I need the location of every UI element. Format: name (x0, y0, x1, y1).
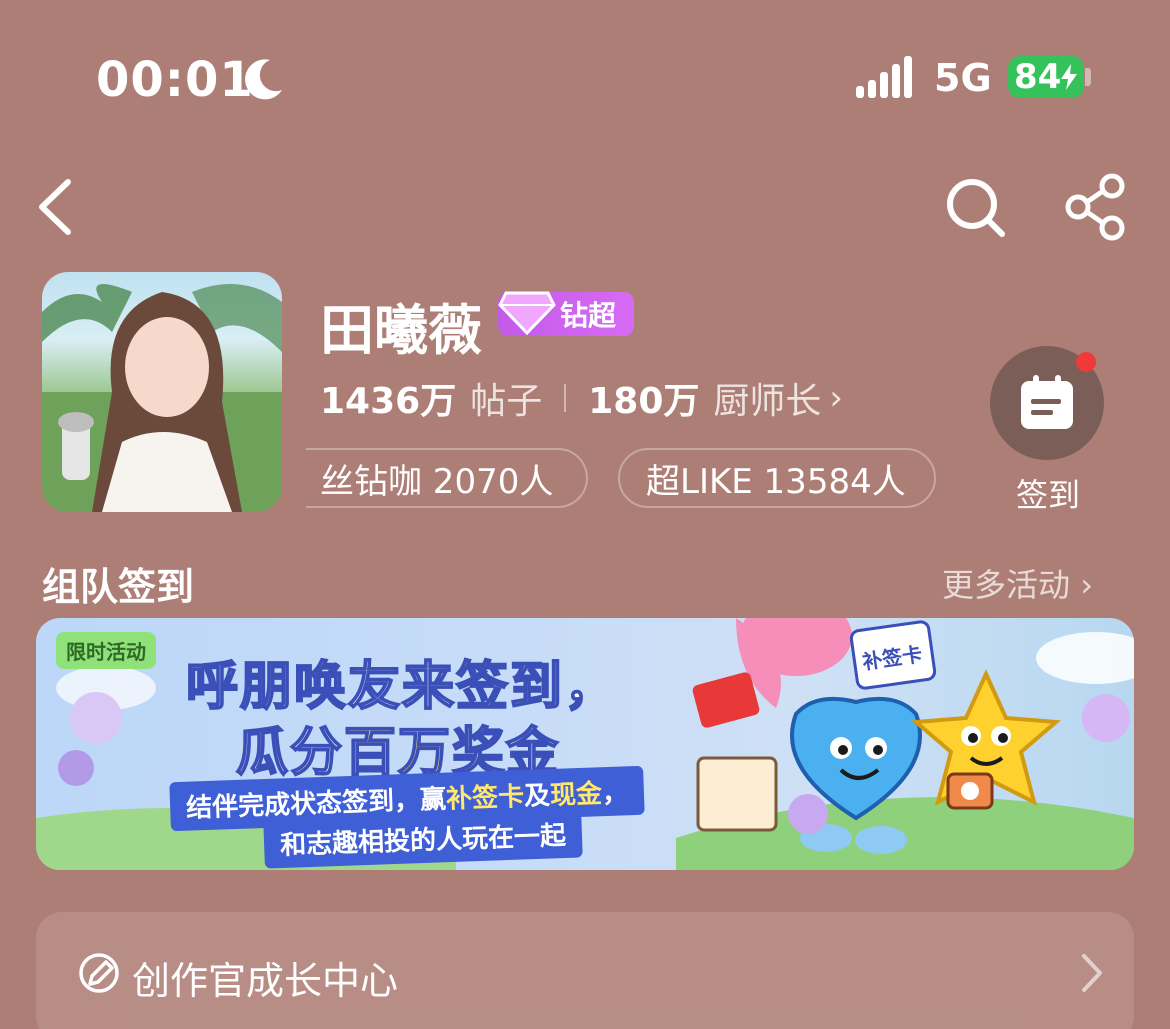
notification-dot (1076, 352, 1096, 372)
banner-subtitle-1-highlight-cash: 现金 (549, 779, 603, 811)
moon-icon (245, 59, 282, 100)
banner-subtitle-1-highlight-card: 补签卡 (445, 781, 525, 815)
stats-divider (564, 384, 567, 412)
profile-name: 田曦薇 (320, 299, 482, 362)
pen-icon (79, 953, 119, 993)
stats-row: 1436万 帖子 180万 厨师长 › (320, 372, 843, 424)
network-type: 5G (934, 56, 992, 100)
limited-time-tag: 限时活动 (56, 632, 156, 669)
chevron-right-icon[interactable]: › (829, 378, 843, 418)
team-sign-in-banner[interactable]: 限时活动 呼朋唤友来签到， 瓜分百万奖金 结伴完成状态签到，赢补签卡及现金， 和… (36, 618, 1134, 870)
diamond-badge[interactable]: 钻超 (498, 291, 634, 336)
banner-headline-1-punct: ， (563, 656, 619, 718)
signal-icon (856, 56, 912, 98)
banner-headline-1-text: 呼朋唤友来 (185, 656, 457, 718)
charging-icon (1061, 64, 1078, 90)
posts-count: 1436万 (320, 381, 457, 422)
posts-label: 帖子 (470, 381, 543, 422)
section-title: 组队签到 (42, 565, 195, 609)
battery-indicator: 84 (1008, 56, 1084, 98)
share-icon[interactable] (1060, 172, 1130, 242)
calendar-icon (1021, 375, 1073, 429)
creator-growth-center-label[interactable]: 创作官成长中心 (132, 950, 398, 1005)
sign-in-label[interactable]: 签到 (1016, 470, 1080, 516)
search-icon[interactable] (940, 172, 1010, 242)
super-like-pill[interactable]: 超LIKE 13584人 (618, 448, 936, 508)
banner-subtitle-1-and: 及 (523, 781, 551, 812)
more-activities-label: 更多活动 (942, 566, 1071, 604)
banner-subtitle-1-punct: ， (601, 778, 629, 810)
banner-headline-1: 呼朋唤友来签到， (185, 644, 619, 719)
battery-level: 84 (1014, 57, 1062, 97)
status-time: 00:01 (96, 52, 254, 108)
banner-headline-1-highlight: 签到 (455, 656, 565, 718)
members-label[interactable]: 厨师长 (713, 372, 821, 424)
chevron-right-icon[interactable] (1074, 950, 1108, 996)
diamond-icon (498, 291, 556, 335)
fan-group-pill[interactable]: 丝钻咖 2070人 (306, 448, 588, 508)
banner-headline-2-text: 瓜分 (235, 722, 345, 784)
more-activities-link[interactable]: 更多活动 › (942, 560, 1093, 606)
back-chevron-icon[interactable] (28, 172, 98, 242)
chevron-right-icon: › (1080, 566, 1093, 604)
members-count[interactable]: 180万 (588, 372, 699, 424)
badge-label: 钻超 (560, 299, 617, 332)
avatar-photo (42, 284, 282, 512)
avatar[interactable] (42, 272, 282, 512)
fan-group-text: 丝钻咖 2070人 (320, 461, 554, 502)
battery-tip (1085, 68, 1091, 86)
super-like-text: 超LIKE 13584人 (646, 461, 906, 502)
